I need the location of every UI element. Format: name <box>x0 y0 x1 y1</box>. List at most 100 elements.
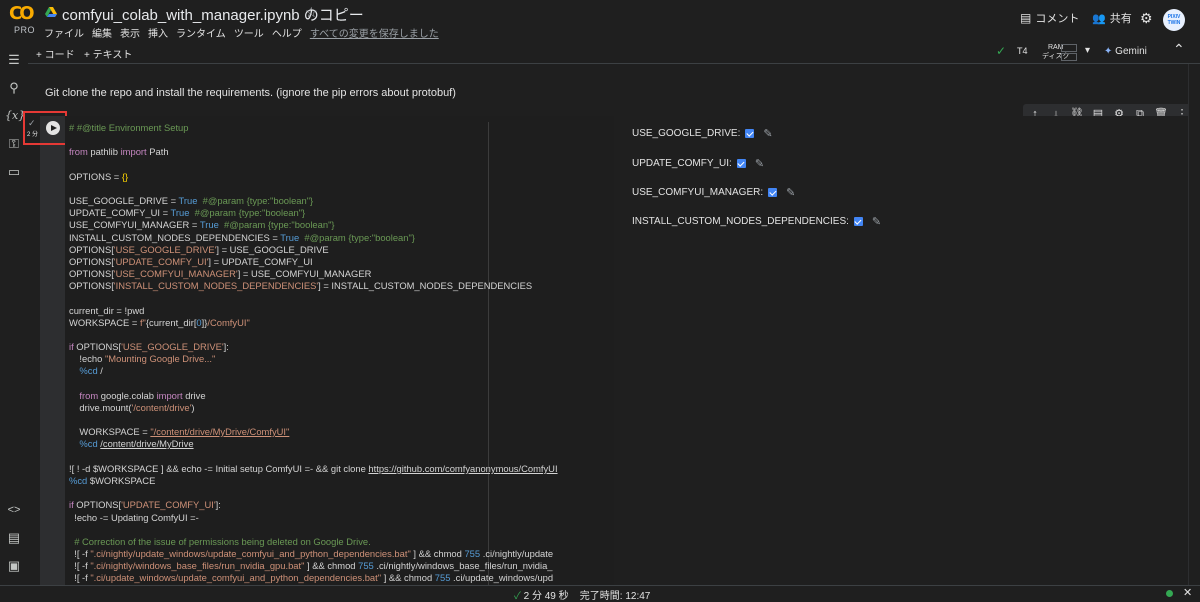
menu-edit[interactable]: 編集 <box>92 25 112 40</box>
gear-icon[interactable]: ⚙ <box>1140 10 1153 27</box>
top-bar: CO PRO comfyui_colab_with_manager.ipynb … <box>0 0 1200 40</box>
star-icon[interactable]: ☆ <box>305 4 318 21</box>
menu-tools[interactable]: ツール <box>234 25 264 40</box>
status-dot-icon <box>1166 590 1173 597</box>
disk-bar <box>1061 53 1077 61</box>
notebook-toolbar: + コード + テキスト ✓ T4 RAM ディスク ▾ ✦ Gemini ⌃ <box>28 41 1200 64</box>
menu-help[interactable]: ヘルプ <box>272 25 302 40</box>
secrets-key-icon[interactable]: ⚿ <box>5 136 23 152</box>
code-line: !echo "Mounting Google Drive..." <box>69 353 216 364</box>
save-status[interactable]: すべての変更を保存しました <box>310 25 439 40</box>
menu-bar: ファイル 編集 表示 挿入 ランタイム ツール ヘルプ すべての変更を保存しまし… <box>44 25 439 40</box>
code-editor[interactable]: # #@title Environment Setup from pathlib… <box>65 116 614 585</box>
ram-bar <box>1061 44 1077 52</box>
form-field-update-comfy-ui: UPDATE_COMFY_UI: ✎ <box>632 157 764 170</box>
form-label: INSTALL_CUSTOM_NODES_DEPENDENCIES: <box>632 216 849 227</box>
command-palette-icon[interactable]: ▤ <box>5 530 23 546</box>
code-line: UPDATE_COMFY_UI = True #@param {type:"bo… <box>69 207 306 218</box>
code-line: %cd $WORKSPACE <box>69 475 156 486</box>
code-line: ![ -f ".ci/nightly/windows_base_files/ru… <box>69 560 553 571</box>
highlight-box <box>23 111 67 145</box>
menu-view[interactable]: 表示 <box>120 25 140 40</box>
code-line: OPTIONS = {} <box>69 171 129 182</box>
status-check-icon: ✓ <box>514 591 521 602</box>
checkbox[interactable] <box>745 129 755 138</box>
code-line: OPTIONS['UPDATE_COMFY_UI'] = UPDATE_COMF… <box>69 256 313 267</box>
avatar[interactable]: PIXIV TWIN <box>1163 9 1185 31</box>
notebook-title[interactable]: comfyui_colab_with_manager.ipynb のコピー <box>62 4 364 25</box>
form-field-use-google-drive: USE_GOOGLE_DRIVE: ✎ <box>632 127 773 140</box>
gemini-label: Gemini <box>1115 46 1147 57</box>
add-code-button[interactable]: + コード <box>36 46 75 61</box>
search-icon[interactable]: ⚲ <box>5 80 23 96</box>
add-text-button[interactable]: + テキスト <box>84 46 132 61</box>
code-line: from google.colab import drive <box>79 390 206 401</box>
share-label: 共有 <box>1109 13 1132 25</box>
menu-file[interactable]: ファイル <box>44 25 84 40</box>
form-label: UPDATE_COMFY_UI: <box>632 158 732 169</box>
google-drive-icon <box>45 7 57 17</box>
pencil-icon[interactable]: ✎ <box>786 186 795 199</box>
code-line: ![ -f ".ci/nightly/update_windows/update… <box>69 548 554 559</box>
code-line: OPTIONS['USE_COMFYUI_MANAGER'] = USE_COM… <box>69 268 372 279</box>
code-line: ![ ! -d $WORKSPACE ] && echo -= Initial … <box>69 463 558 474</box>
code-line: WORKSPACE = "/content/drive/MyDrive/Comf… <box>69 426 290 437</box>
pencil-icon[interactable]: ✎ <box>872 215 881 228</box>
runtime-type[interactable]: T4 <box>1017 46 1028 56</box>
menu-insert[interactable]: 挿入 <box>148 25 168 40</box>
pencil-icon[interactable]: ✎ <box>763 127 772 140</box>
people-icon: 👥 <box>1092 12 1106 25</box>
gemini-button[interactable]: ✦ Gemini <box>1104 46 1147 57</box>
code-line: # #@title Environment Setup <box>69 122 189 133</box>
status-completed: 完了時間: 12:47 <box>579 591 651 602</box>
scrollbar[interactable] <box>1188 64 1200 585</box>
form-field-use-comfyui-manager: USE_COMFYUI_MANAGER: ✎ <box>632 186 795 199</box>
chevron-down-icon[interactable]: ▾ <box>1085 45 1090 56</box>
code-line: if OPTIONS['UPDATE_COMFY_UI']: <box>69 499 221 510</box>
connected-check-icon: ✓ <box>996 44 1007 58</box>
toc-icon[interactable]: ☰ <box>5 52 23 68</box>
share-button[interactable]: 👥 共有 <box>1092 10 1132 26</box>
code-line: current_dir = !pwd <box>69 305 145 316</box>
code-line: from pathlib import Path <box>69 146 169 157</box>
code-line: USE_GOOGLE_DRIVE = True #@param {type:"b… <box>69 195 314 206</box>
code-line: if OPTIONS['USE_GOOGLE_DRIVE']: <box>69 341 229 352</box>
code-line: %cd / <box>79 365 103 376</box>
code-cell-gutter <box>40 116 65 585</box>
colab-logo-mark: CO <box>9 3 35 24</box>
comment-button[interactable]: ▤ コメント <box>1020 10 1079 26</box>
code-snippets-icon[interactable]: <> <box>5 502 23 518</box>
code-line: # Correction of the issue of permissions… <box>74 536 371 547</box>
markdown-cell-text[interactable]: Git clone the repo and install the requi… <box>45 87 456 99</box>
form-label: USE_GOOGLE_DRIVE: <box>632 128 741 139</box>
form-label: USE_COMFYUI_MANAGER: <box>632 187 764 198</box>
code-line: USE_COMFYUI_MANAGER = True #@param {type… <box>69 219 335 230</box>
code-line: !echo -= Updating ComfyUI =- <box>69 512 199 523</box>
comment-icon: ▤ <box>1020 11 1032 25</box>
folder-icon[interactable]: ▭ <box>5 164 23 180</box>
chevron-up-icon[interactable]: ⌃ <box>1173 41 1185 58</box>
code-line: ![ -f ".ci/update_windows/update_comfyui… <box>69 572 554 583</box>
code-line: OPTIONS['INSTALL_CUSTOM_NODES_DEPENDENCI… <box>69 280 533 291</box>
pencil-icon[interactable]: ✎ <box>755 157 764 170</box>
form-field-install-custom-nodes-dependencies: INSTALL_CUSTOM_NODES_DEPENDENCIES: ✎ <box>632 215 881 228</box>
close-icon[interactable]: ✕ <box>1183 586 1192 599</box>
checkbox[interactable] <box>736 159 746 168</box>
code-line: WORKSPACE = f"{current_dir[0]}/ComfyUI" <box>69 317 250 328</box>
colab-logo[interactable]: CO PRO <box>9 3 39 36</box>
variables-icon[interactable]: {x} <box>5 108 25 124</box>
status-elapsed: 2 分 49 秒 <box>523 591 569 602</box>
gemini-star-icon: ✦ <box>1104 46 1113 57</box>
menu-runtime[interactable]: ランタイム <box>176 25 226 40</box>
checkbox[interactable] <box>853 217 863 226</box>
comment-label: コメント <box>1035 13 1080 25</box>
terminal-icon[interactable]: ▣ <box>5 558 23 574</box>
code-line: OPTIONS['USE_GOOGLE_DRIVE'] = USE_GOOGLE… <box>69 244 329 255</box>
pro-badge: PRO <box>14 25 36 35</box>
code-line: %cd /content/drive/MyDrive <box>79 438 194 449</box>
code-line: INSTALL_CUSTOM_NODES_DEPENDENCIES = True… <box>69 232 415 243</box>
checkbox[interactable] <box>768 188 778 197</box>
status-bar: ✓ 2 分 49 秒 完了時間: 12:47 ✕ <box>0 585 1200 602</box>
code-line: drive.mount('/content/drive') <box>69 402 195 413</box>
ruler-line <box>488 122 489 585</box>
